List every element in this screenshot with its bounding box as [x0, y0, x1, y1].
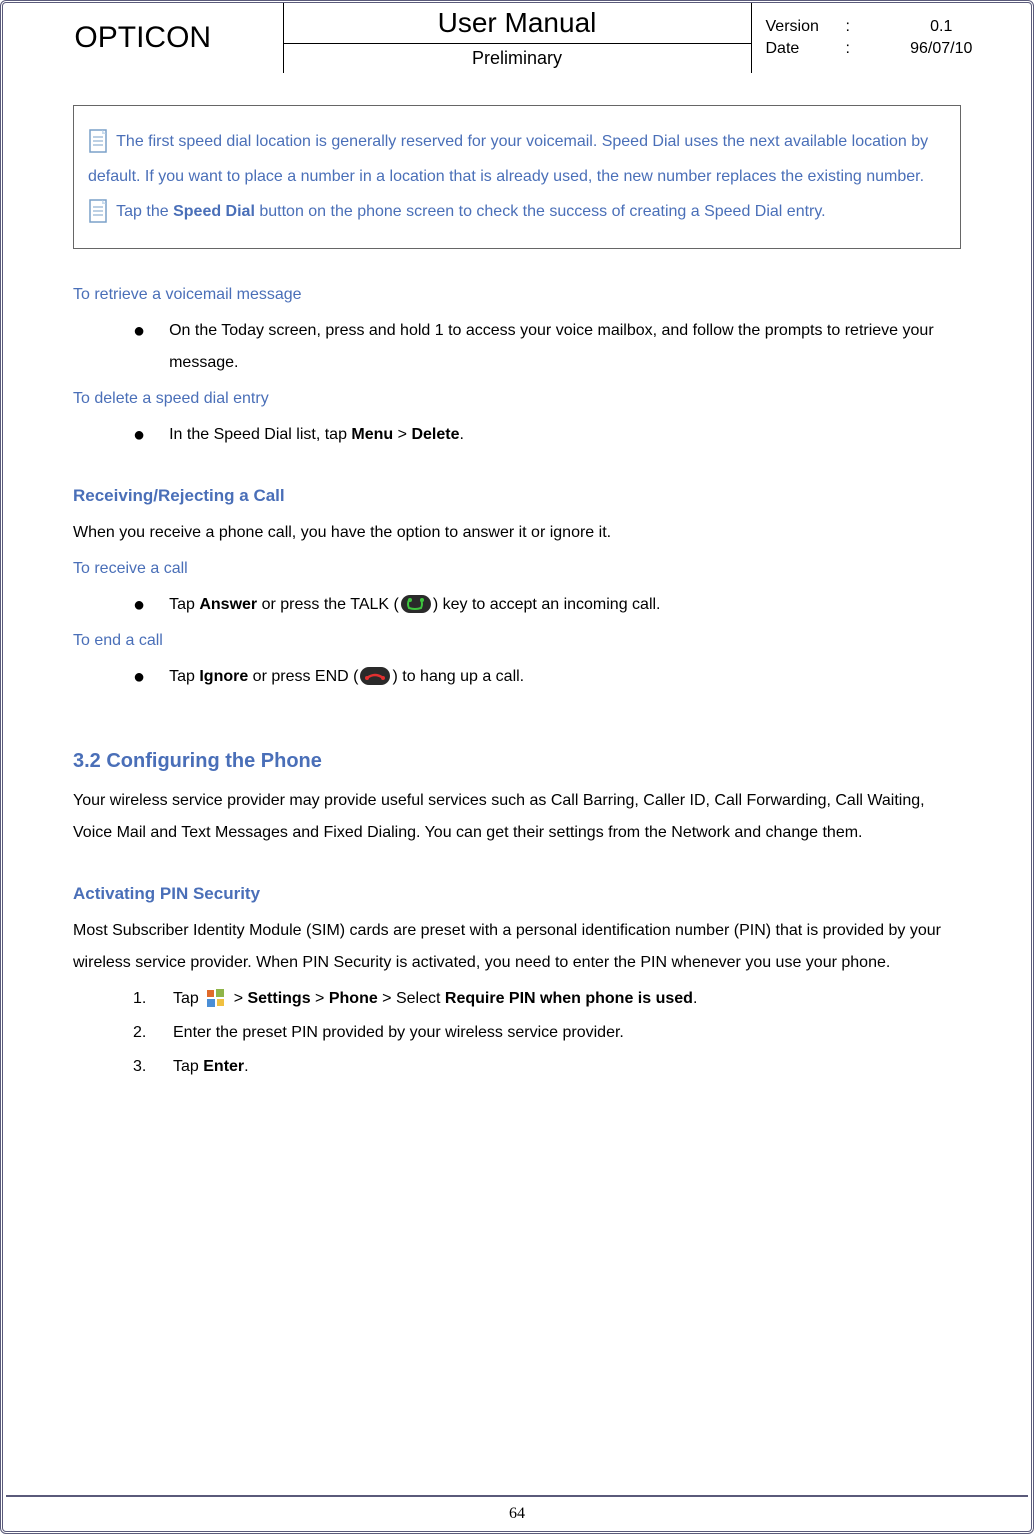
end-text: Tap Ignore or press END ( ) to hang up a …: [169, 661, 961, 693]
step-3: 3. Tap Enter.: [133, 1051, 961, 1083]
delete-b: Menu: [351, 426, 393, 443]
end-a: Tap: [169, 668, 199, 685]
step1-b: >: [229, 990, 247, 1007]
heading-receiving-rejecting: Receiving/Rejecting a Call: [73, 479, 961, 513]
end-d: ) to hang up a call.: [392, 668, 524, 685]
receive-b: Answer: [199, 596, 257, 613]
step3-c: .: [244, 1058, 248, 1075]
step-3-num: 3.: [133, 1051, 173, 1083]
retrieve-text: On the Today screen, press and hold 1 to…: [169, 315, 961, 379]
brand-text: OPTICON: [74, 21, 211, 54]
step3-b: Enter: [203, 1058, 244, 1075]
note-2a: Tap the: [116, 203, 173, 220]
delete-d: Delete: [411, 426, 459, 443]
date-sep: :: [846, 40, 866, 58]
subtitle-text: Preliminary: [472, 48, 562, 68]
meta-cell: Version : 0.1 Date : 96/07/10: [751, 3, 1031, 73]
step-1-text: Tap > Settings > Phone > Select Require …: [173, 983, 697, 1015]
step-1: 1. Tap > Settings > Phone > Select Requi…: [133, 983, 961, 1015]
header: OPTICON User Manual Version : 0.1 Date :…: [3, 3, 1031, 73]
delete-a: In the Speed Dial list, tap: [169, 426, 351, 443]
page-number: 64: [3, 1505, 1031, 1523]
step1-d: >: [311, 990, 329, 1007]
page-frame: OPTICON User Manual Version : 0.1 Date :…: [0, 0, 1034, 1534]
delete-c: >: [393, 426, 411, 443]
receive-intro: When you receive a phone call, you have …: [73, 517, 961, 549]
version-label: Version: [766, 18, 846, 36]
start-menu-icon: [205, 987, 227, 1009]
step3-a: Tap: [173, 1058, 203, 1075]
date-label: Date: [766, 40, 846, 58]
bullet-icon: ●: [133, 315, 145, 379]
note-1: The first speed dial location is general…: [88, 124, 946, 194]
talk-key-icon: [401, 595, 431, 613]
date-row: Date : 96/07/10: [760, 38, 1024, 60]
heading-configuring-phone: 3.2 Configuring the Phone: [73, 741, 961, 781]
note-box: The first speed dial location is general…: [73, 105, 961, 249]
heading-end-call: To end a call: [73, 625, 961, 657]
step-2: 2. Enter the preset PIN provided by your…: [133, 1017, 961, 1049]
pin-text: Most Subscriber Identity Module (SIM) ca…: [73, 915, 961, 979]
delete-text: In the Speed Dial list, tap Menu > Delet…: [169, 419, 961, 451]
version-value: 0.1: [866, 18, 1018, 36]
receive-a: Tap: [169, 596, 199, 613]
step1-g: Require PIN when phone is used: [445, 990, 693, 1007]
delete-e: .: [459, 426, 463, 443]
title-cell: User Manual: [283, 3, 751, 44]
heading-retrieve-voicemail: To retrieve a voicemail message: [73, 279, 961, 311]
list-item: ● On the Today screen, press and hold 1 …: [133, 315, 961, 379]
list-item: ● Tap Answer or press the TALK ( ) key to…: [133, 589, 961, 621]
bullet-icon: ●: [133, 589, 145, 621]
end-c: or press END (: [248, 668, 358, 685]
step-3-text: Tap Enter.: [173, 1051, 249, 1083]
step1-f: > Select: [378, 990, 445, 1007]
footer-rule: [6, 1495, 1028, 1497]
end-key-icon: [360, 667, 390, 685]
brand-cell: OPTICON: [3, 3, 283, 73]
content-area: The first speed dial location is general…: [3, 73, 1031, 1105]
version-row: Version : 0.1: [760, 16, 1024, 38]
bullet-icon: ●: [133, 661, 145, 693]
note-2c: button on the phone screen to check the …: [255, 203, 826, 220]
receive-text: Tap Answer or press the TALK ( ) key to a…: [169, 589, 961, 621]
bullet-icon: ●: [133, 419, 145, 451]
note-2b: Speed Dial: [173, 203, 255, 220]
receive-d: ) key to accept an incoming call.: [433, 596, 661, 613]
note-1-text: The first speed dial location is general…: [88, 133, 928, 185]
date-value: 96/07/10: [866, 40, 1018, 58]
note-icon: [88, 128, 110, 156]
receive-c: or press the TALK (: [257, 596, 399, 613]
heading-delete-speed-dial: To delete a speed dial entry: [73, 383, 961, 415]
step-1-num: 1.: [133, 983, 173, 1015]
version-sep: :: [846, 18, 866, 36]
list-item: ● Tap Ignore or press END ( ) to hang up …: [133, 661, 961, 693]
step1-c: Settings: [247, 990, 310, 1007]
heading-pin-security: Activating PIN Security: [73, 877, 961, 911]
subtitle-cell: Preliminary: [283, 44, 751, 74]
note-2: Tap the Speed Dial button on the phone s…: [88, 194, 946, 229]
config-text: Your wireless service provider may provi…: [73, 785, 961, 849]
step1-a: Tap: [173, 990, 203, 1007]
step-2-text: Enter the preset PIN provided by your wi…: [173, 1017, 624, 1049]
step-2-num: 2.: [133, 1017, 173, 1049]
step1-h: .: [693, 990, 697, 1007]
title-text: User Manual: [438, 7, 597, 38]
list-item: ● In the Speed Dial list, tap Menu > Del…: [133, 419, 961, 451]
note-icon: [88, 198, 110, 226]
end-b: Ignore: [199, 668, 248, 685]
step1-e: Phone: [329, 990, 378, 1007]
heading-receive-call: To receive a call: [73, 553, 961, 585]
